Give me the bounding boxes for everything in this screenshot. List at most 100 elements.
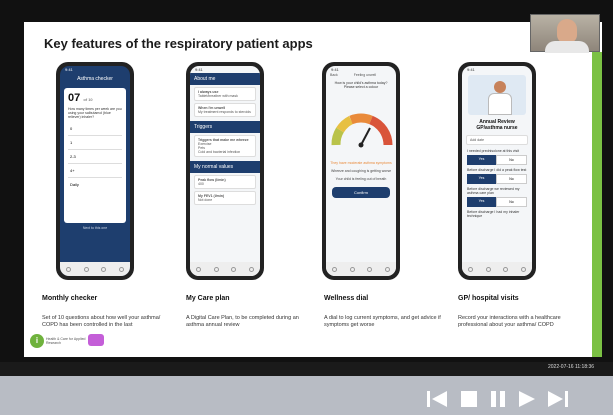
dial-segment-orange — [349, 113, 373, 125]
section-about-me: About me — [190, 73, 260, 85]
settings-icon[interactable] — [520, 266, 526, 272]
plan-icon[interactable] — [503, 266, 509, 272]
stop-icon[interactable] — [460, 390, 478, 408]
review-question: I needed prednisolone at this visit — [467, 149, 519, 153]
logo-text: Health & Care for Applied Research — [46, 337, 86, 345]
bottom-nav — [60, 262, 130, 276]
feature-description: Set of 10 questions about how well your … — [42, 315, 161, 328]
feature-title: GP/ hospital visits — [458, 295, 519, 302]
yes-option[interactable]: Yes — [467, 174, 496, 184]
next-link[interactable]: Next to this one — [60, 226, 130, 230]
home-icon[interactable] — [468, 266, 474, 272]
dial-question: How is your child's asthma today? Please… — [334, 81, 388, 89]
no-option[interactable]: No — [496, 197, 527, 207]
player-controls — [0, 376, 613, 415]
question-text: How many times per week are you using yo… — [68, 107, 122, 119]
phone-gp-visits: 9:41 Annual Review GP/asthma nurse Add d… — [458, 62, 536, 280]
option-item[interactable]: Daily — [68, 178, 122, 191]
option-item[interactable]: 1 — [68, 136, 122, 150]
status-bar: 9:41 — [331, 67, 339, 72]
field-peak-flow[interactable]: Peak flow (l/min) 400 — [194, 175, 256, 189]
no-option[interactable]: No — [496, 155, 527, 165]
status-bar: 9:41 — [467, 67, 475, 72]
phone-care-plan: 9:41 About me I always use Tablet/breathe… — [186, 62, 264, 280]
field-value: Tablet/breather with mask — [198, 94, 238, 98]
feature-description: Record your interactions with a healthca… — [458, 315, 561, 328]
partner-logo — [88, 334, 104, 346]
option-item[interactable]: 0 — [68, 122, 122, 136]
review-title: Annual Review GP/asthma nurse — [476, 119, 518, 131]
nurse-illustration — [468, 75, 526, 115]
feature-title: My Care plan — [186, 295, 230, 302]
date-input[interactable]: Add date — [466, 135, 528, 145]
settings-icon[interactable] — [118, 266, 124, 272]
option-item[interactable]: 4+ — [68, 164, 122, 178]
checker-icon[interactable] — [213, 266, 219, 272]
symptom-line: Wheeze and coughing is getting worse — [330, 169, 392, 173]
phone-screen: 9:41 Asthma checker 07 of 10 How many ti… — [60, 66, 130, 276]
checker-icon[interactable] — [349, 266, 355, 272]
field-value: 400 — [198, 182, 204, 186]
field-triggers[interactable]: Triggers that make me wheeze Exercise Pets… — [194, 135, 256, 157]
checker-icon[interactable] — [83, 266, 89, 272]
plan-icon[interactable] — [231, 266, 237, 272]
settings-icon[interactable] — [384, 266, 390, 272]
slide-title: Key features of the respiratory patient … — [44, 36, 313, 51]
webcam-overlay — [530, 14, 600, 53]
accent-bar — [592, 52, 602, 357]
pause-icon[interactable] — [490, 390, 506, 408]
yes-no-toggle: Yes No — [467, 197, 527, 207]
bottom-nav — [462, 262, 532, 276]
question-number: 07 — [68, 92, 81, 104]
dial-segment-yellow — [336, 115, 354, 133]
skip-back-icon[interactable] — [426, 390, 448, 408]
play-icon[interactable] — [518, 390, 536, 408]
bottom-nav — [326, 262, 396, 276]
feature-title: Monthly checker — [42, 295, 98, 302]
home-icon[interactable] — [196, 266, 202, 272]
question-of: of 10 — [83, 97, 93, 102]
feature-description: A Digital Care Plan, to be completed dur… — [186, 315, 299, 328]
skip-forward-icon[interactable] — [547, 390, 569, 408]
wellness-dial[interactable] — [326, 95, 396, 157]
phone-monthly-checker: 9:41 Asthma checker 07 of 10 How many ti… — [56, 62, 134, 280]
dial-title: Feeling unwell — [353, 73, 377, 77]
alert-text: They have moderate asthma symptoms — [330, 161, 392, 165]
field-fev1[interactable]: My FEV1 (l/min) Not done — [194, 191, 256, 205]
question-card: 07 of 10 How many times per week are you… — [64, 88, 126, 223]
no-option[interactable]: No — [496, 174, 527, 184]
back-link[interactable]: Back — [330, 73, 338, 77]
dial-hub — [358, 142, 364, 148]
option-list: 0 1 2-3 4+ Daily — [68, 122, 122, 191]
presentation-slide: Key features of the respiratory patient … — [24, 22, 602, 357]
checker-icon[interactable] — [485, 266, 491, 272]
home-icon[interactable] — [66, 266, 72, 272]
phone-screen: 9:41 About me I always use Tablet/breathe… — [190, 66, 260, 276]
yes-option[interactable]: Yes — [467, 197, 496, 207]
dial-segment-green — [331, 127, 344, 146]
option-item[interactable]: 2-3 — [68, 150, 122, 164]
presenter-head — [557, 19, 577, 43]
feature-description: A dial to log current symptoms, and get … — [324, 315, 441, 328]
symptom-line: Your child is feeling out of breath — [335, 177, 387, 181]
yes-no-toggle: Yes No — [467, 155, 527, 165]
section-triggers: Triggers — [190, 121, 260, 133]
dial-segment-red — [369, 115, 393, 146]
bottom-nav — [190, 262, 260, 276]
feature-title: Wellness dial — [324, 295, 369, 302]
plan-icon[interactable] — [101, 266, 107, 272]
phone-screen: 9:41 Back Feeling unwell How is your chil… — [326, 66, 396, 276]
plan-icon[interactable] — [367, 266, 373, 272]
checker-header: Asthma checker — [77, 76, 113, 82]
video-timestamp: 2022-07-16 11:18:36 — [548, 364, 595, 370]
settings-icon[interactable] — [248, 266, 254, 272]
dial-needle — [360, 127, 371, 146]
yes-option[interactable]: Yes — [467, 155, 496, 165]
section-normal-values: My normal values — [190, 161, 260, 173]
phone-screen: 9:41 Annual Review GP/asthma nurse Add d… — [462, 66, 532, 276]
confirm-button[interactable]: Confirm — [332, 187, 390, 198]
field-always-use[interactable]: I always use Tablet/breather with mask — [194, 87, 256, 101]
field-unwell[interactable]: When I'm unwell My treatment responds to … — [194, 103, 256, 117]
phone-wellness-dial: 9:41 Back Feeling unwell How is your chil… — [322, 62, 400, 280]
home-icon[interactable] — [332, 266, 338, 272]
